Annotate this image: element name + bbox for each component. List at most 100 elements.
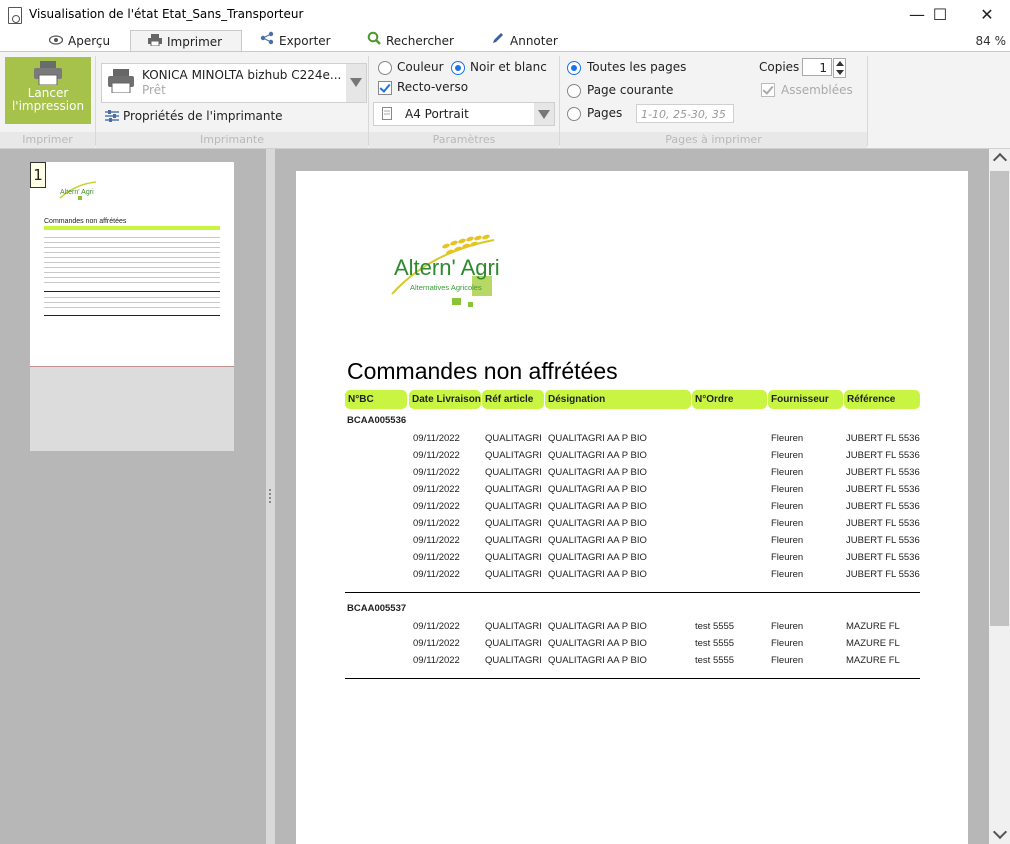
logo-main-text: Altern' Agri	[394, 255, 500, 280]
table-cell: QUALITAGRI AA P BIO	[548, 569, 647, 580]
thumbnail-title: Commandes non affrétées	[44, 218, 127, 225]
duplex-checkbox-label: Recto-verso	[397, 80, 469, 94]
color-radio-label: Couleur	[397, 60, 444, 74]
scrollbar-thumb[interactable]	[990, 171, 1009, 626]
table-cell: 09/11/2022	[413, 535, 460, 546]
copies-stepper[interactable]	[833, 58, 846, 78]
table-cell: Fleuren	[771, 484, 804, 495]
table-cell: 09/11/2022	[413, 552, 460, 563]
table-cell: 09/11/2022	[413, 638, 460, 649]
table-cell: 09/11/2022	[413, 518, 460, 529]
pen-icon	[490, 30, 506, 53]
zoom-level: 84 %	[975, 34, 1007, 48]
table-cell: MAZURE FL	[846, 621, 900, 632]
table-cell: QUALITAGRI	[485, 655, 542, 666]
all-pages-radio[interactable]	[567, 61, 581, 75]
table-cell: QUALITAGRI	[485, 535, 542, 546]
pane-splitter[interactable]	[266, 149, 275, 844]
logo-sub-text: Alternatives Agricoles	[410, 283, 482, 292]
table-cell: MAZURE FL	[846, 638, 900, 649]
table-cell: JUBERT FL 5536	[846, 535, 920, 546]
copies-input[interactable]: 1	[802, 58, 832, 76]
current-page-radio[interactable]	[567, 84, 581, 98]
table-cell: Fleuren	[771, 535, 804, 546]
table-cell: QUALITAGRI	[485, 518, 542, 529]
table-cell: 09/11/2022	[413, 484, 460, 495]
table-cell: QUALITAGRI	[485, 501, 542, 512]
column-header: Désignation	[545, 390, 691, 409]
duplex-checkbox[interactable]	[378, 81, 392, 95]
black-white-radio[interactable]	[451, 61, 465, 75]
table-cell: Fleuren	[771, 569, 804, 580]
color-radio[interactable]	[378, 61, 392, 75]
printer-select[interactable]: KONICA MINOLTA bizhub C224e... Prêt	[101, 63, 367, 103]
column-header: N°BC	[345, 390, 407, 409]
maximize-button[interactable]: ☐	[917, 0, 963, 30]
close-button[interactable]: ✕	[964, 0, 1010, 30]
grip-icon	[269, 489, 271, 503]
chevron-up-icon[interactable]	[836, 61, 844, 66]
current-page-label: Page courante	[587, 83, 674, 97]
table-cell: 09/11/2022	[413, 655, 460, 666]
table-cell: Fleuren	[771, 433, 804, 444]
tab-annoter[interactable]: Annoter	[490, 30, 558, 52]
launch-print-button[interactable]: Lancer l'impression	[5, 57, 91, 124]
thumbnail-rows	[44, 297, 220, 311]
scroll-down-icon[interactable]	[992, 824, 1008, 840]
printer-icon	[108, 69, 134, 93]
table-cell: 09/11/2022	[413, 621, 460, 632]
table-cell: Fleuren	[771, 450, 804, 461]
table-cell: JUBERT FL 5536	[846, 518, 920, 529]
group-label-print: Imprimer	[0, 132, 95, 148]
table-cell: QUALITAGRI	[485, 638, 542, 649]
share-icon	[259, 30, 275, 53]
table-cell: Fleuren	[771, 467, 804, 478]
table-cell: Fleuren	[771, 552, 804, 563]
printer-properties-label: Propriétés de l'imprimante	[123, 109, 283, 123]
table-cell: QUALITAGRI AA P BIO	[548, 518, 647, 529]
table-cell: test 5555	[695, 655, 735, 666]
chevron-down-icon[interactable]	[836, 70, 844, 75]
table-cell: QUALITAGRI AA P BIO	[548, 450, 647, 461]
group-label-printer: Imprimante	[96, 132, 368, 148]
scroll-up-icon[interactable]	[992, 152, 1008, 168]
tab-exporter[interactable]: Exporter	[259, 30, 331, 52]
tab-rechercher-label: Rechercher	[386, 34, 454, 48]
pages-range-label: Pages	[587, 106, 623, 120]
group-bc-number: BCAA005537	[347, 603, 407, 614]
table-cell: QUALITAGRI AA P BIO	[548, 535, 647, 546]
window-title: Visualisation de l'état Etat_Sans_Transp…	[29, 7, 304, 21]
group-label-pages: Pages à imprimer	[560, 132, 867, 148]
collated-label: Assemblées	[781, 83, 853, 97]
table-cell: test 5555	[695, 638, 735, 649]
tab-apercu[interactable]: Aperçu	[48, 30, 110, 52]
column-header: Date Livraison	[409, 390, 481, 409]
eye-icon	[48, 30, 64, 53]
tab-imprimer[interactable]: Imprimer	[130, 30, 242, 52]
group-label-parameters: Paramètres	[369, 132, 559, 148]
pages-range-radio[interactable]	[567, 107, 581, 121]
tab-rechercher[interactable]: Rechercher	[366, 30, 454, 52]
all-pages-label: Toutes les pages	[587, 60, 687, 74]
tab-annoter-label: Annoter	[510, 34, 558, 48]
ribbon-panel: Lancer l'impression Imprimer KONICA MINOL…	[0, 51, 1010, 149]
vertical-scrollbar[interactable]	[989, 149, 1010, 844]
thumbnail-rows	[44, 237, 220, 287]
collated-checkbox[interactable]	[761, 83, 775, 97]
table-cell: Fleuren	[771, 501, 804, 512]
table-cell: 09/11/2022	[413, 501, 460, 512]
page-icon	[382, 107, 392, 120]
paper-format-select[interactable]: A4 Portrait	[373, 102, 555, 126]
table-cell: QUALITAGRI AA P BIO	[548, 501, 647, 512]
table-cell: 09/11/2022	[413, 569, 460, 580]
tab-exporter-label: Exporter	[279, 34, 331, 48]
table-cell: QUALITAGRI AA P BIO	[548, 638, 647, 649]
pages-range-input[interactable]: 1-10, 25-30, 35	[636, 104, 734, 123]
table-cell: 09/11/2022	[413, 467, 460, 478]
settings-sliders-icon	[105, 110, 119, 122]
ribbon-tabs: Aperçu Imprimer Exporter Rechercher Anno…	[0, 30, 1010, 52]
tab-imprimer-label: Imprimer	[167, 35, 223, 49]
table-cell: QUALITAGRI	[485, 433, 542, 444]
chevron-down-icon[interactable]	[346, 64, 366, 102]
chevron-down-icon[interactable]	[534, 103, 554, 125]
